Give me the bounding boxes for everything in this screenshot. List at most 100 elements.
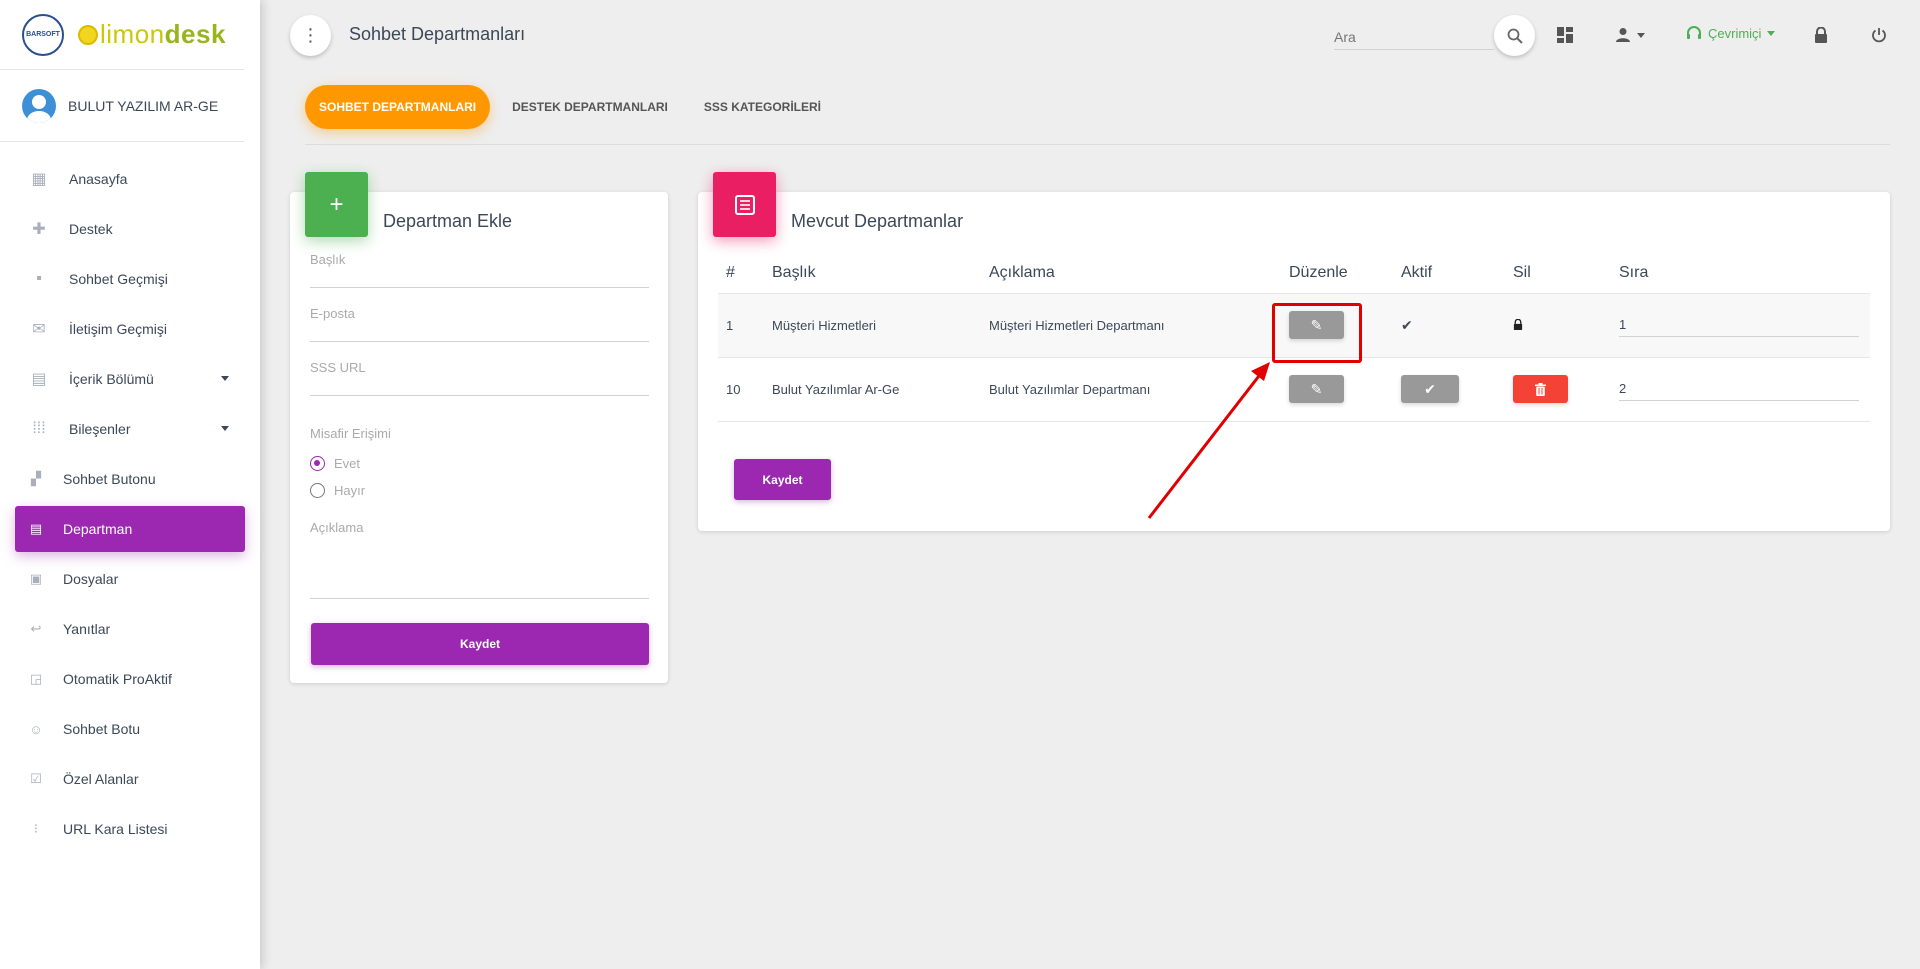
title-field[interactable]: Başlık (310, 252, 649, 288)
content-icon: ▤ (31, 371, 47, 388)
field-label: Başlık (310, 252, 346, 267)
guest-access-yes-radio[interactable]: Evet (310, 456, 360, 471)
user-menu-button[interactable] (1610, 22, 1650, 48)
sidebar-item-label: İletişim Geçmişi (69, 321, 168, 337)
sidebar-item-url-kara-listesi[interactable]: ⁝ URL Kara Listesi (15, 806, 245, 852)
row-order-cell: 1 (1611, 293, 1870, 358)
sidebar-item-sohbet-butonu[interactable]: ▞ Sohbet Butonu (15, 456, 245, 502)
row-id: 1 (718, 293, 764, 358)
sidebar-item-sohbet-botu[interactable]: ☺ Sohbet Botu (15, 706, 245, 752)
more-vert-icon: ⋮ (301, 25, 320, 45)
col-active: Aktif (1393, 253, 1505, 294)
dashboard-icon: ▦ (31, 171, 47, 188)
edit-button[interactable]: ✎ (1289, 375, 1344, 403)
search-input[interactable] (1334, 20, 1494, 50)
sidebar-item-label: İçerik Bölümü (69, 371, 154, 387)
check-icon: ✔ (1401, 316, 1413, 333)
radio-dot (310, 456, 325, 471)
col-order: Sıra (1611, 253, 1870, 294)
status-dropdown[interactable]: Çevrimiçi (1686, 25, 1776, 41)
more-vert-button[interactable]: ⋮ (290, 15, 331, 56)
department-tabs: SOHBET DEPARTMANLARI DESTEK DEPARTMANLAR… (305, 85, 843, 129)
traffic-icon: ⁝ (33, 821, 39, 836)
sidebar-item-otomatik-proaktif[interactable]: ◲ Otomatik ProAktif (15, 656, 245, 702)
email-field[interactable]: E-posta (310, 306, 649, 342)
faq-url-field[interactable]: SSS URL (310, 360, 649, 396)
sidebar-item-bilesenler[interactable]: ⁞⁞⁞ Bileşenler (15, 406, 245, 452)
description-field[interactable]: Açıklama (310, 520, 649, 599)
sidebar-item-icerik-bolumu[interactable]: ▤ İçerik Bölümü (15, 356, 245, 402)
list-icon: ▤ (29, 521, 43, 536)
row-title: Müşteri Hizmetleri (764, 293, 981, 358)
logout-button[interactable] (1866, 22, 1892, 48)
radio-dot (310, 483, 325, 498)
save-department-button[interactable]: Kaydet (311, 623, 649, 665)
col-delete: Sil (1505, 253, 1611, 294)
guest-access-no-radio[interactable]: Hayır (310, 483, 365, 498)
save-order-button[interactable]: Kaydet (734, 459, 831, 500)
field-label: Açıklama (310, 520, 364, 535)
barsoft-seal-icon: BARSOFT (22, 13, 64, 56)
field-label: SSS URL (310, 360, 366, 375)
field-label: E-posta (310, 306, 355, 321)
order-input[interactable]: 1 (1619, 313, 1859, 337)
lemon-icon (78, 24, 98, 45)
user-profile[interactable]: BULUT YAZILIM AR-GE (0, 70, 244, 142)
search-button[interactable] (1494, 15, 1535, 56)
sidebar-item-iletisim-gecmisi[interactable]: ✉ İletişim Geçmişi (15, 306, 245, 352)
dashboard-icon (1557, 27, 1573, 43)
toggle-active-button[interactable]: ✔ (1401, 375, 1459, 403)
search-icon (1507, 28, 1523, 44)
delete-button[interactable] (1513, 375, 1568, 403)
trash-icon (1535, 382, 1546, 396)
add-icon: + (305, 172, 368, 237)
list-icon (713, 172, 776, 237)
bandage-icon: ✚ (32, 221, 46, 238)
radio-label: Evet (334, 456, 361, 471)
mail-icon: ✉ (32, 321, 46, 338)
sidebar-item-label: Departman (63, 521, 133, 537)
guest-access-label: Misafir Erişimi (310, 426, 391, 441)
chevron-down-icon (221, 376, 229, 381)
sidebar-nav: ▦ Anasayfa ✚ Destek ▪ Sohbet Geçmişi ✉ İ… (0, 142, 260, 852)
brand-logo[interactable]: BARSOFT limondesk (0, 0, 244, 70)
power-icon (1872, 28, 1886, 43)
sidebar-item-dosyalar[interactable]: ▣ Dosyalar (15, 556, 245, 602)
tab-sss-kategorileri[interactable]: SSS KATEGORİLERİ (690, 85, 835, 129)
add-department-card: + Departman Ekle Başlık E-posta SSS URL … (290, 172, 668, 683)
row-delete-cell (1505, 357, 1611, 422)
avatar (22, 88, 56, 123)
cast-icon: ◲ (29, 671, 43, 686)
col-edit: Düzenle (1281, 253, 1393, 294)
sidebar-item-sohbet-gecmisi[interactable]: ▪ Sohbet Geçmişi (15, 256, 245, 302)
card-title: Mevcut Departmanlar (791, 211, 964, 231)
row-edit-cell: ✎ (1281, 357, 1393, 422)
sidebar-item-destek[interactable]: ✚ Destek (15, 206, 245, 252)
sidebar-item-ozel-alanlar[interactable]: ☑ Özel Alanlar (15, 756, 245, 802)
user-name: BULUT YAZILIM AR-GE (68, 97, 219, 114)
sidebar-item-label: Sohbet Geçmişi (69, 271, 168, 287)
page-title: Sohbet Departmanları (349, 24, 526, 44)
sidebar-item-yanitlar[interactable]: ↩ Yanıtlar (15, 606, 245, 652)
dashboard-button[interactable] (1552, 22, 1578, 48)
top-bar: ⋮ Sohbet Departmanları Çevrimiçi (290, 0, 1890, 70)
sidebar-item-label: Sohbet Botu (63, 721, 141, 737)
sidebar-item-anasayfa[interactable]: ▦ Anasayfa (15, 156, 245, 202)
row-active-cell: ✔ (1393, 357, 1505, 422)
table-row: 10 Bulut Yazılımlar Ar-Ge Bulut Yazılıml… (718, 357, 1870, 422)
check-icon: ✔ (1424, 380, 1436, 397)
list-alt-icon (734, 194, 755, 215)
row-title: Bulut Yazılımlar Ar-Ge (764, 357, 981, 422)
tab-sohbet-departmanlari[interactable]: SOHBET DEPARTMANLARI (305, 85, 491, 129)
sidebar-item-departman[interactable]: ▤ Departman (15, 506, 245, 552)
order-input[interactable]: 2 (1619, 377, 1859, 401)
lock-button[interactable] (1808, 22, 1834, 48)
tab-destek-departmanlari[interactable]: DESTEK DEPARTMANLARI (498, 85, 682, 129)
reply-icon: ↩ (30, 621, 42, 636)
checkbox-icon: ☑ (30, 771, 42, 786)
sidebar: BARSOFT limondesk BULUT YAZILIM AR-GE ▦ … (0, 0, 260, 969)
row-id: 10 (718, 357, 764, 422)
row-delete-cell (1505, 293, 1611, 358)
sidebar-item-label: URL Kara Listesi (63, 821, 168, 837)
widgets-icon: ▞ (31, 471, 41, 486)
